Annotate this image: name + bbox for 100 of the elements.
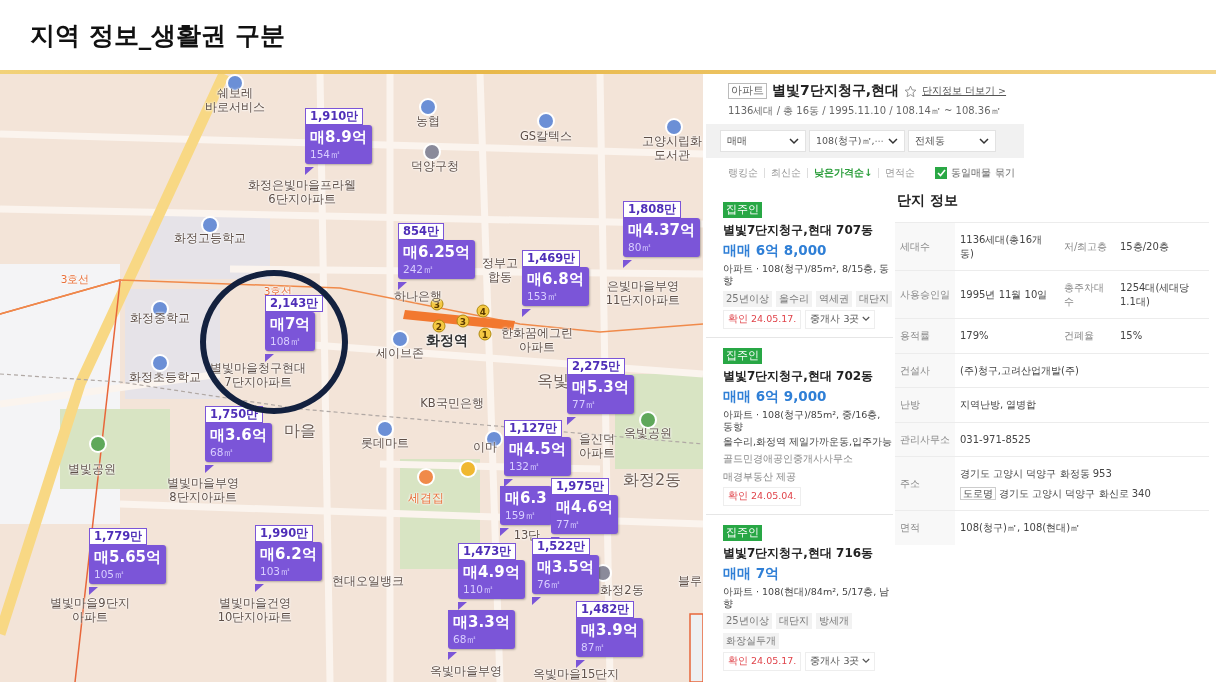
chevron-down-icon xyxy=(888,137,898,145)
listing-title: 별빛7단지청구,현대 702동 xyxy=(723,367,874,385)
map-place-label: 세겹집 xyxy=(408,491,444,506)
listing-source: 골드민경애공인중개사사무소 xyxy=(723,451,853,466)
map-place-label: 을신덕 아파트 xyxy=(579,432,615,461)
field-value: 경기도 고양시 덕양구 화정동 953 xyxy=(960,467,1113,481)
slide-title: 지역 정보_생활권 구분 xyxy=(30,19,285,52)
map-place-label: 별빛마을부영 8단지아파트 xyxy=(167,476,239,505)
field-value: 15% xyxy=(1115,318,1209,353)
map-place-label: 은빛마을부영 11단지아파트 xyxy=(605,279,681,308)
complex-name: 별빛7단지청구,현대 xyxy=(772,82,900,100)
filter-dropdown[interactable]: 108(청구)㎡,⋯ xyxy=(809,130,905,152)
unit-price-label: 2,275만 xyxy=(567,358,626,375)
filter-dropdown[interactable]: 매매 xyxy=(720,130,806,152)
sale-price-label: 매4.5억 xyxy=(509,440,566,459)
place-icon xyxy=(461,462,475,476)
map-place-label: 3호선 xyxy=(263,285,293,297)
marker-pointer xyxy=(623,260,632,268)
unit-price-label: 854만 xyxy=(398,223,444,240)
place-icon xyxy=(378,422,392,436)
unit-price-label: 1,975만 xyxy=(551,478,610,495)
type-badge: 아파트 xyxy=(728,83,767,99)
field-label: 용적률 xyxy=(895,318,955,353)
feature-tag: 대단지 xyxy=(775,613,812,630)
owner-tag: 집주인 xyxy=(723,524,762,541)
sale-price-label: 매6.3 xyxy=(505,489,547,508)
agents-dropdown[interactable]: 중개사 3곳 xyxy=(805,652,876,672)
listing-title: 별빛7단지청구,현대 716동 xyxy=(723,544,874,562)
field-label: 세대수 xyxy=(895,222,955,271)
listing-price: 매매 6억 9,000 xyxy=(723,387,828,406)
sale-price-label: 매3.5억 xyxy=(537,558,594,577)
field-value: 경기도 고양시 덕양구 화신로 340 xyxy=(999,487,1151,499)
marker-pointer xyxy=(398,282,407,290)
map-place-label: 화정중학교 xyxy=(130,311,190,326)
map-place-label: 화정초등학교 xyxy=(129,370,201,385)
feature-tag: 25년이상 xyxy=(723,613,772,630)
area-label: 108㎡ xyxy=(270,334,303,348)
sale-price-label: 매3.9억 xyxy=(581,621,638,640)
listing-description: 아파트 · 108(청구)/85m², 중/16층, 동향 xyxy=(723,408,882,434)
area-label: 159㎡ xyxy=(505,508,538,522)
confirmed-date: 확인 24.05.04. xyxy=(723,486,802,506)
price-marker[interactable]: 매3.3억 68㎡ xyxy=(448,610,515,649)
unit-price-label: 1,779만 xyxy=(89,528,148,545)
place-icon xyxy=(539,114,553,128)
listing-card[interactable]: 집주인 별빛7단지청구,현대 702동 매매 6억 9,000 아파트 · 108(청구)/85m², 중/16층, 동향 올수리,화정역 제일가까운동,입주가능 골드민경애공인중개사사무소 매경부동산 제공 확인 24.05.04. xyxy=(706,336,893,514)
place-icon xyxy=(153,356,167,370)
sale-price-label: 매4.37억 xyxy=(628,221,695,240)
agents-dropdown[interactable]: 중개사 3곳 xyxy=(805,309,876,329)
marker-pointer xyxy=(532,597,541,605)
feature-tag: 역세권 xyxy=(815,290,852,307)
map-place-label: 마을 xyxy=(284,421,316,441)
map-place-label: 고양시립화 도서관 xyxy=(642,134,702,163)
complex-info-link[interactable]: 단지정보 더보기 > xyxy=(922,84,1007,98)
place-icon xyxy=(91,437,105,451)
area-label: 154㎡ xyxy=(310,147,343,161)
field-label: 난방 xyxy=(895,387,955,422)
map-place-label: 별빛마을청구현대 7단지아파트 xyxy=(210,361,306,390)
map-place-label: GS칼텍스 xyxy=(519,129,573,144)
listing-card[interactable]: 집주인 별빛7단지청구,현대 707동 매매 6억 8,000 아파트 · 108(청구)/85m², 8/15층, 동향 25년이상 올수리 역세권 대단지 확인 24.05.17. 중개사 3곳 xyxy=(706,186,893,337)
field-label: 저/최고층 xyxy=(1059,222,1115,271)
unit-price-label: 1,522만 xyxy=(532,538,591,555)
sale-price-label: 매4.6억 xyxy=(556,498,613,517)
area-label: 242㎡ xyxy=(403,262,436,276)
unit-price-label: 1,808만 xyxy=(623,201,682,218)
area-label: 153㎡ xyxy=(527,289,560,303)
filter-dropdown[interactable]: 전체동 xyxy=(908,130,996,152)
place-icon xyxy=(203,218,217,232)
field-label: 면적 xyxy=(895,510,955,545)
group-checkbox[interactable] xyxy=(935,167,948,179)
field-value: 108(청구)㎡, 108(현대)㎡ xyxy=(955,510,1209,545)
star-icon[interactable] xyxy=(904,84,918,98)
sale-price-label: 매7억 xyxy=(270,315,311,334)
unit-price-label: 1,910만 xyxy=(305,108,364,125)
map-place-label: 현대오일뱅크 xyxy=(332,574,404,589)
feature-tag: 올수리 xyxy=(775,290,812,307)
road-name-tag: 도로명 xyxy=(960,486,996,500)
feature-tag: 대단지 xyxy=(855,290,892,307)
marker-pointer xyxy=(448,652,457,660)
place-icon xyxy=(641,413,655,427)
field-value: 1254대(세대당 1.1대) xyxy=(1115,270,1209,319)
area-label: 87㎡ xyxy=(581,640,607,654)
price-marker[interactable]: 매6.3 159㎡ xyxy=(500,486,552,525)
sale-price-label: 매6.8억 xyxy=(527,270,584,289)
sort-option[interactable]: 낮은가격순↓ xyxy=(814,166,873,180)
field-value: 지역난방, 열병합 xyxy=(955,387,1209,422)
area-label: 68㎡ xyxy=(210,445,236,459)
marker-pointer xyxy=(255,584,264,592)
marker-pointer xyxy=(576,660,585,668)
listing-description: 아파트 · 108(현대)/84m², 5/17층, 남향 xyxy=(723,585,891,611)
listing-card[interactable]: 집주인 별빛7단지청구,현대 716동 매매 7억 아파트 · 108(현대)/84m², 5/17층, 남향 25년이상 대단지 방세개 화장실두개 확인 24.05.17. 중개사 3곳 xyxy=(706,513,893,680)
feature-tag: 화장실두개 xyxy=(723,633,779,650)
place-icon xyxy=(419,470,433,484)
field-value: 1136세대(총16개동) xyxy=(955,222,1059,271)
map-place-label: KB국민은행 xyxy=(420,396,484,411)
listing-description: 아파트 · 108(청구)/85m², 8/15층, 동향 xyxy=(723,263,891,288)
sale-price-label: 매5.3억 xyxy=(572,378,629,397)
marker-pointer xyxy=(522,309,531,317)
field-label: 관리사무소 xyxy=(895,422,955,457)
area-label: 132㎡ xyxy=(509,459,542,473)
place-icon xyxy=(228,76,242,90)
